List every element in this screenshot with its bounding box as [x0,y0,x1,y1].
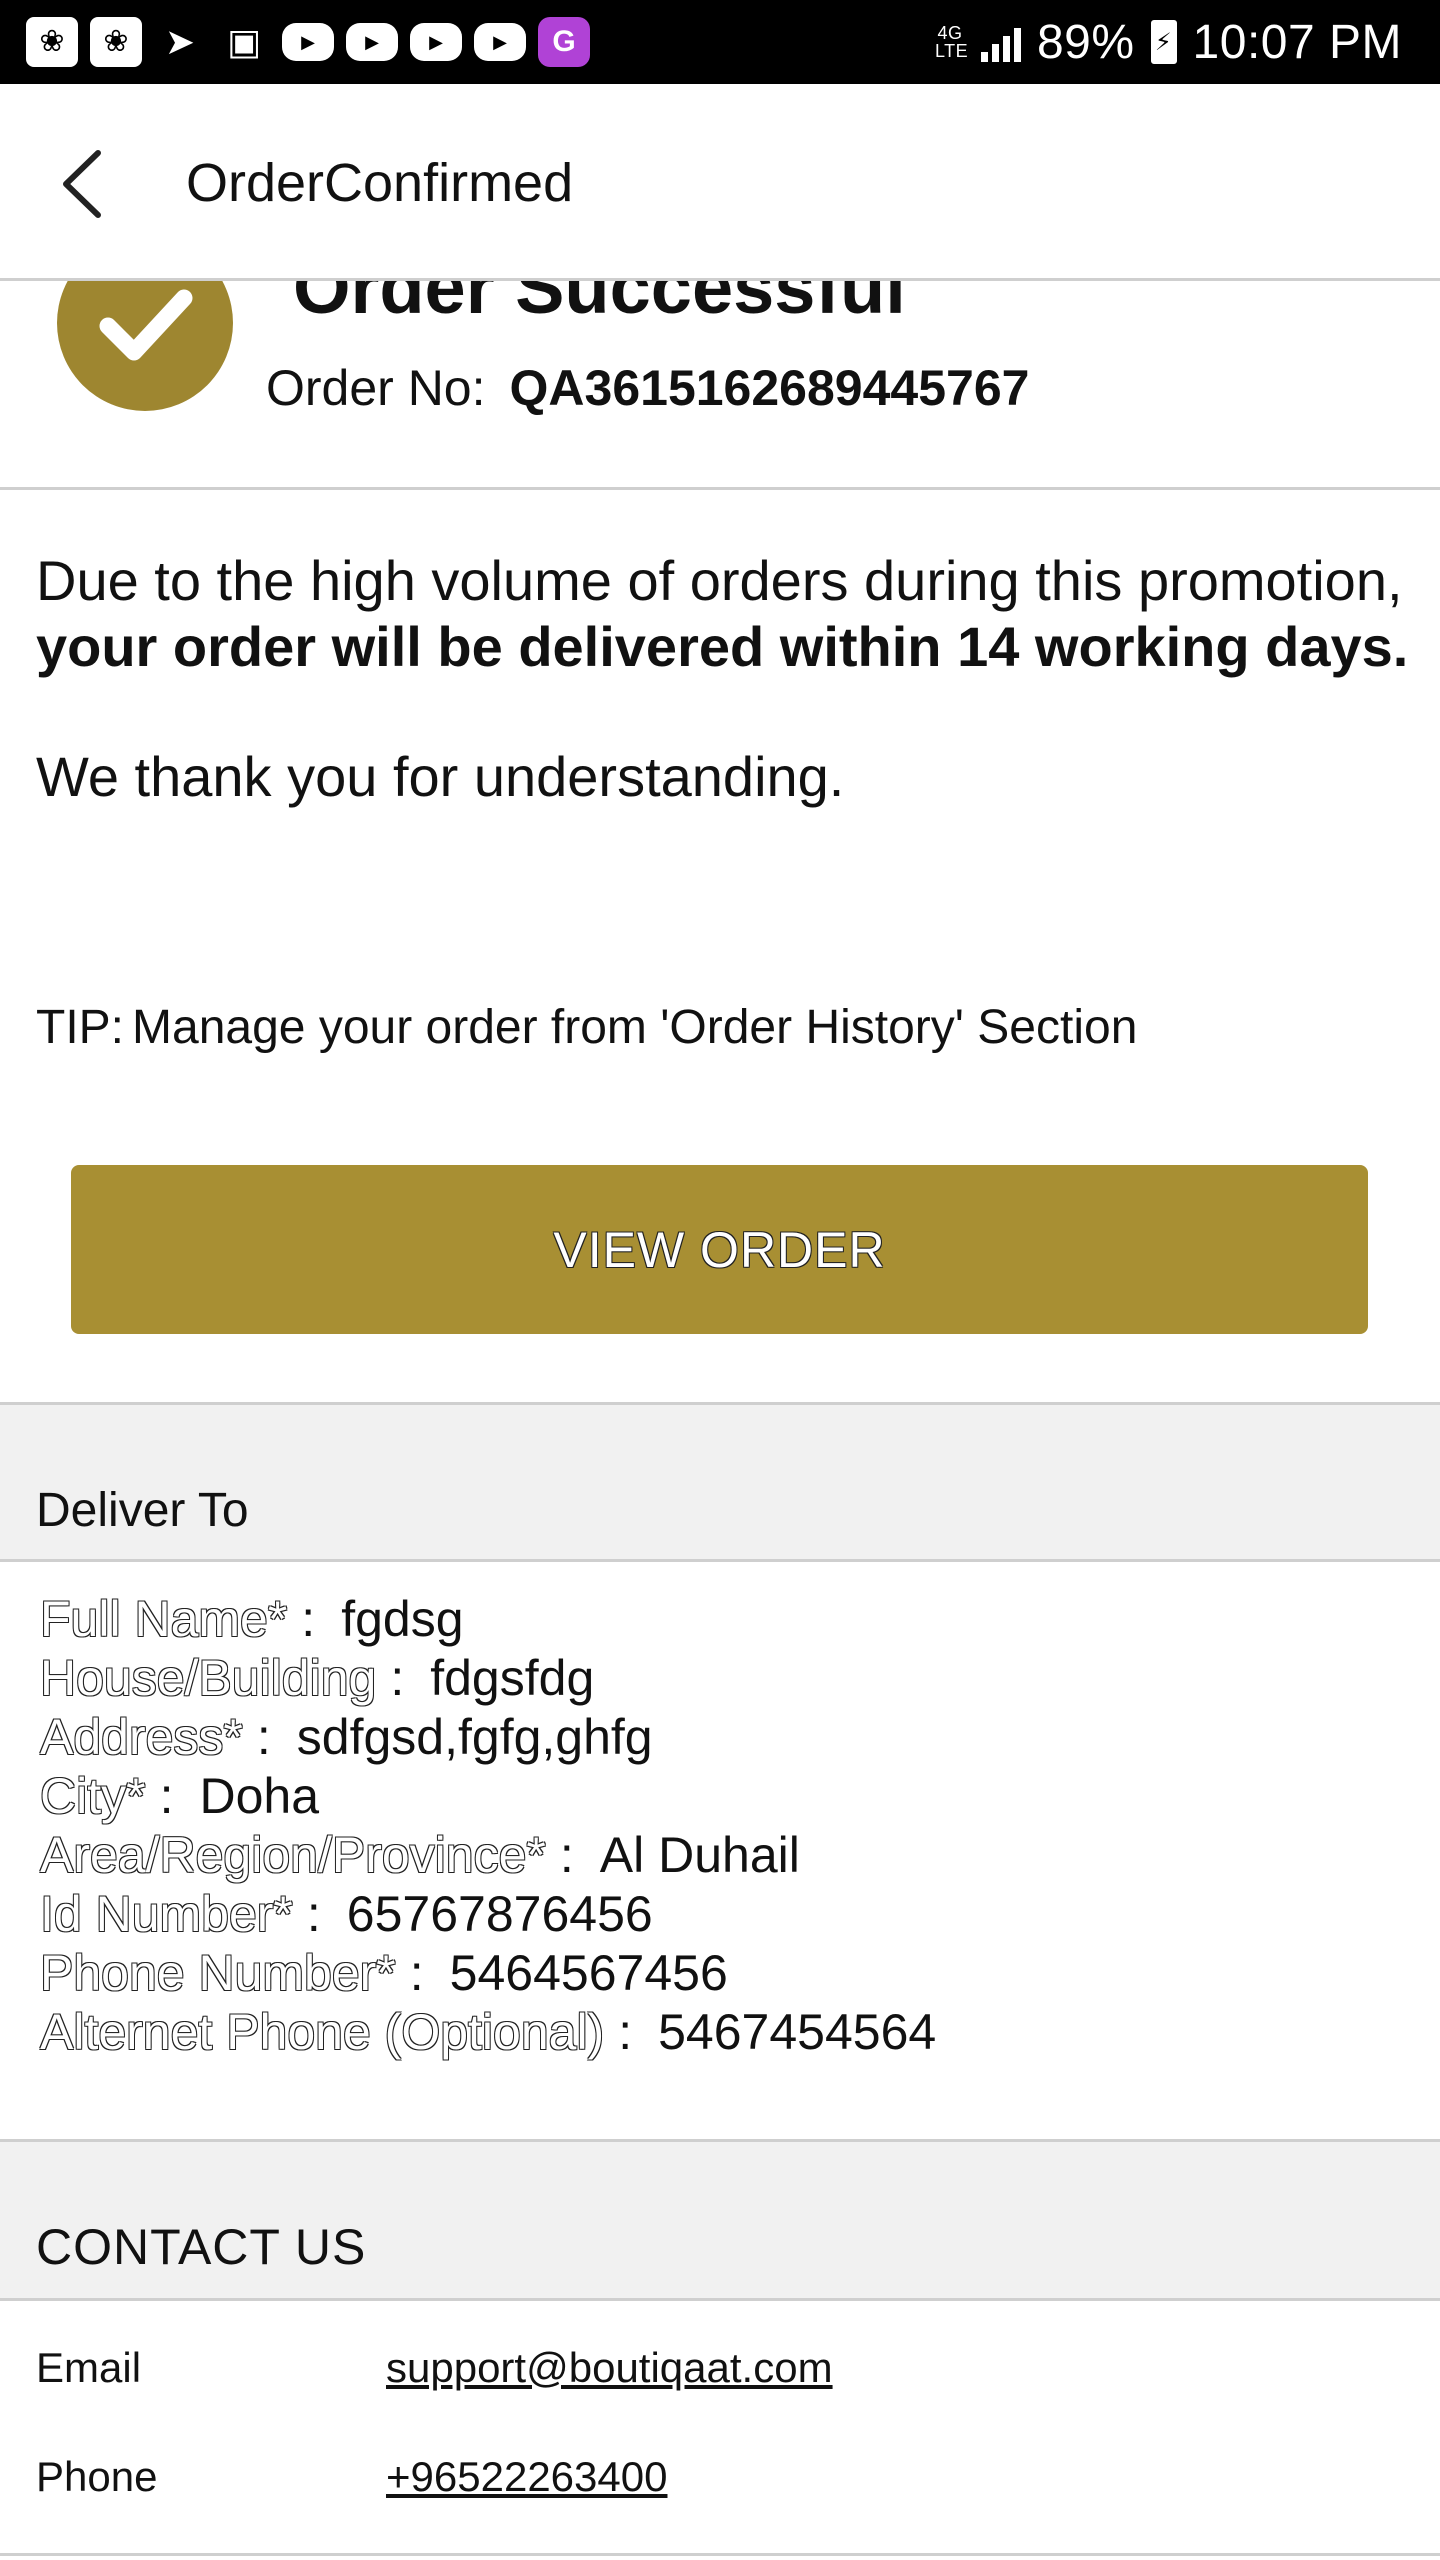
notification-icons: ❀ ❀ ➤ ▣ ▶ ▶ ▶ ▶ G [26,17,590,67]
order-number: Order No: QA3615162689445767 [266,359,1029,417]
field-value: fdgsfdg [430,1650,595,1706]
deliver-to-header: Deliver To [0,1402,1440,1562]
field-label: Id Number* [40,1886,293,1942]
field-label: Full Name* [40,1591,288,1647]
status-indicators: 4G LTE 89% ⚡ 10:07 PM [935,15,1402,70]
order-number-label: Order No: [266,360,486,416]
chevron-left-icon [63,150,101,218]
success-check-icon [57,281,233,411]
contact-us-heading: CONTACT US [36,2219,367,2275]
tip-text: TIP: Manage your order from 'Order Histo… [36,1000,1137,1055]
field-value: sdfgsd,fgfg,ghfg [296,1709,653,1765]
back-button[interactable] [52,144,112,224]
g-app-icon: G [538,17,590,67]
telegram-icon: ➤ [164,21,196,62]
delivery-address-list: Full Name*: fgdsg House/Building: fdgsfdg … [40,1590,1420,2062]
field-value: 5467454564 [658,2004,937,2060]
field-value: fgdsg [341,1591,464,1647]
address-row: City*: Doha [40,1768,320,1824]
network-type-icon: 4G LTE [934,23,969,61]
app-notification-icon: ❀ [26,17,78,67]
field-label: City* [40,1768,146,1824]
email-label: Email [36,2344,142,2391]
deliver-to-heading: Deliver To [36,1484,249,1537]
email-link[interactable]: support@boutiqaat.com [386,2344,833,2392]
battery-charging-icon: ⚡ [1150,20,1177,64]
field-label: Address* [40,1709,243,1765]
contact-email-row: Email support@boutiqaat.com [36,2344,833,2392]
divider [0,2553,1440,2556]
field-value: Al Duhail [599,1827,800,1883]
app-notification-icon: ❀ [90,17,142,67]
youtube-icon: ▶ [410,23,462,61]
phone-label: Phone [36,2453,158,2500]
tip-label: TIP: [36,1001,125,1054]
youtube-icon: ▶ [282,23,334,61]
field-label: Phone Number* [40,1945,396,2001]
clock: 10:07 PM [1192,15,1402,69]
page-title: OrderConfirmed [186,153,574,213]
address-row: Address*: sdfgsd,fgfg,ghfg [40,1709,653,1765]
youtube-icon: ▶ [474,23,526,61]
field-value: 65767876456 [346,1886,653,1942]
status-bar: ❀ ❀ ➤ ▣ ▶ ▶ ▶ ▶ G 4G LTE 89% ⚡ 10:07 PM [0,0,1440,84]
field-label: House/Building [40,1650,377,1706]
phone-link[interactable]: +96522263400 [386,2453,667,2501]
order-success-panel: Order Successful Order No: QA36151626894… [0,281,1440,490]
delivery-notice: Due to the high volume of orders during … [36,548,1416,810]
address-row: Alternet Phone (Optional):5467454564 [40,2004,937,2060]
address-row: House/Building: fdgsfdg [40,1650,595,1706]
field-value: Doha [199,1768,320,1824]
address-row: Area/Region/Province*: Al Duhail [40,1827,800,1883]
app-bar: OrderConfirmed [0,84,1440,281]
success-title: Order Successful [293,281,906,329]
battery-percent: 89% [1036,15,1135,69]
contact-us-header: CONTACT US [0,2139,1440,2301]
address-row: Full Name*: fgdsg [40,1591,464,1647]
order-number-value: QA3615162689445767 [509,360,1030,416]
view-order-button[interactable]: VIEW ORDER [71,1165,1368,1334]
field-label: Area/Region/Province* [40,1827,546,1883]
signal-icon [980,22,1021,62]
contact-phone-row: Phone +96522263400 [36,2453,667,2501]
tip-message: Manage your order from 'Order History' S… [132,1001,1138,1054]
field-label: Alternet Phone (Optional) [40,2004,605,2060]
image-icon: ▣ [226,21,261,62]
field-value: 5464567456 [449,1945,728,2001]
notice-emphasis: your order will be delivered within 14 w… [36,615,1409,678]
notice-line: Due to the high volume of orders during … [36,549,1403,612]
address-row: Id Number*:65767876456 [40,1886,653,1942]
address-row: Phone Number*:5464567456 [40,1945,728,2001]
youtube-icon: ▶ [346,23,398,61]
notice-thanks: We thank you for understanding. [36,745,845,808]
